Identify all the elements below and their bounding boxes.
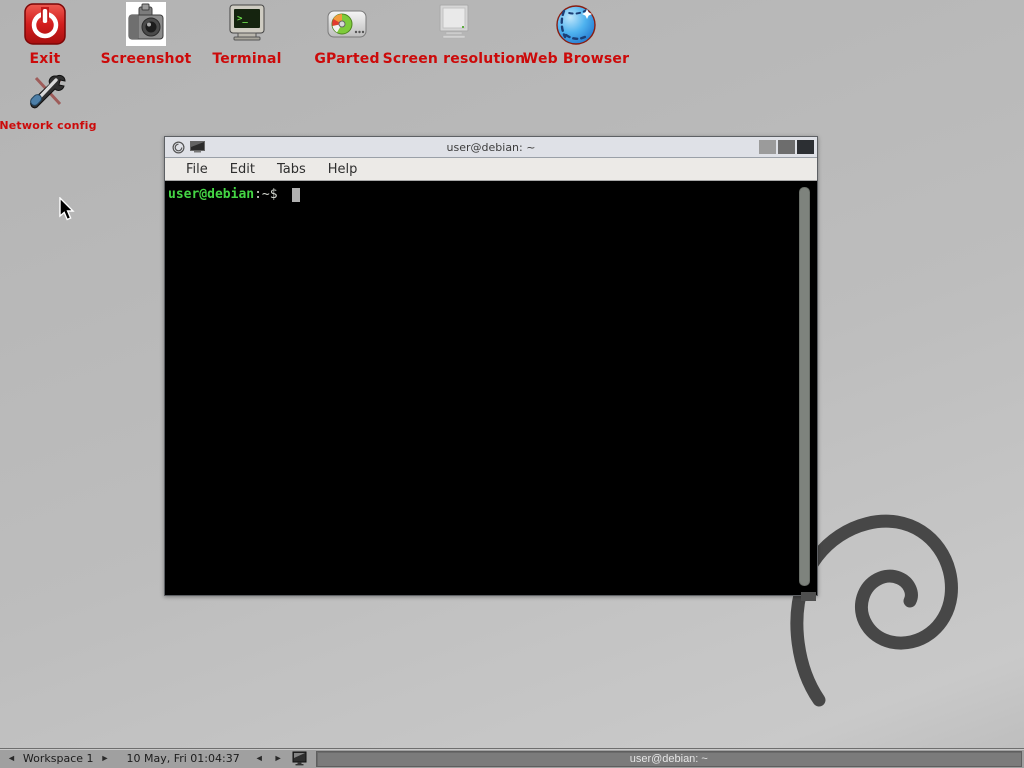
close-button[interactable] [797,140,814,154]
show-desktop-button[interactable] [290,750,310,768]
icon-label: Terminal [212,51,281,67]
window-title: user@debian: ~ [165,141,817,154]
menu-help[interactable]: Help [319,160,367,179]
window-menu-swirl-icon[interactable] [172,141,185,154]
window-resize-grip[interactable] [801,592,816,601]
taskbar-clock: 10 May, Fri 01:04:37 [116,752,249,765]
taskbar-window-button[interactable]: user@debian: ~ [316,751,1022,767]
monitor-icon [432,2,476,46]
desktop-icon-terminal[interactable]: >_ Terminal [209,2,285,67]
desktop-icon-exit[interactable]: Exit [12,2,78,67]
globe-browser-icon [554,2,598,46]
shell-prompt: user@debian:~$ [168,187,285,202]
workspace-label: Workspace 1 [23,752,94,765]
window-terminal-mini-icon [190,141,205,153]
icon-label: Screen resolution [383,51,526,67]
desktop-icon-screenshot[interactable]: Screenshot [103,2,189,67]
terminal-crt-icon: >_ [225,2,269,46]
svg-text:>_: >_ [237,14,248,24]
terminal-cursor [292,188,300,202]
desktop-icon-gparted[interactable]: GParted [313,2,381,67]
icon-label: GParted [314,51,379,67]
icon-label: Screenshot [101,51,192,67]
clock-next-arrow[interactable]: ► [273,754,284,763]
menu-tabs[interactable]: Tabs [268,160,315,179]
maximize-button[interactable] [778,140,795,154]
menu-edit[interactable]: Edit [221,160,264,179]
desktop-icon-screen-resolution[interactable]: Screen resolution [387,2,521,67]
menu-file[interactable]: File [177,160,217,179]
workspace-switcher: ◄ Workspace 1 ► [0,749,116,768]
workspace-prev-arrow[interactable]: ◄ [6,754,17,763]
terminal-window: user@debian: ~ File Edit Tabs Help user@… [164,136,818,596]
window-titlebar[interactable]: user@debian: ~ [165,137,817,158]
desktop-icon-web-browser[interactable]: Web Browser [524,2,628,67]
terminal-scrollbar[interactable] [799,187,810,586]
tools-network-config-icon [26,70,70,114]
camera-icon [124,2,168,46]
power-exit-icon [23,2,67,46]
icon-label: Web Browser [523,51,629,67]
workspace-next-arrow[interactable]: ► [100,754,111,763]
minimize-button[interactable] [759,140,776,154]
icon-label: Exit [30,51,61,67]
terminal-screen[interactable]: user@debian:~$ [165,182,817,592]
scrollbar-thumb[interactable] [799,187,810,586]
desktop-icon-network-config[interactable]: Network config [3,70,93,132]
icon-label: Network config [0,119,97,132]
clock-prev-arrow[interactable]: ◄ [254,754,265,763]
show-desktop-monitor-icon [292,751,307,766]
mouse-cursor [58,197,76,223]
terminal-menubar: File Edit Tabs Help [165,158,817,181]
taskbar: ◄ Workspace 1 ► 10 May, Fri 01:04:37 ◄ ►… [0,748,1024,768]
gparted-disk-icon [325,2,369,46]
